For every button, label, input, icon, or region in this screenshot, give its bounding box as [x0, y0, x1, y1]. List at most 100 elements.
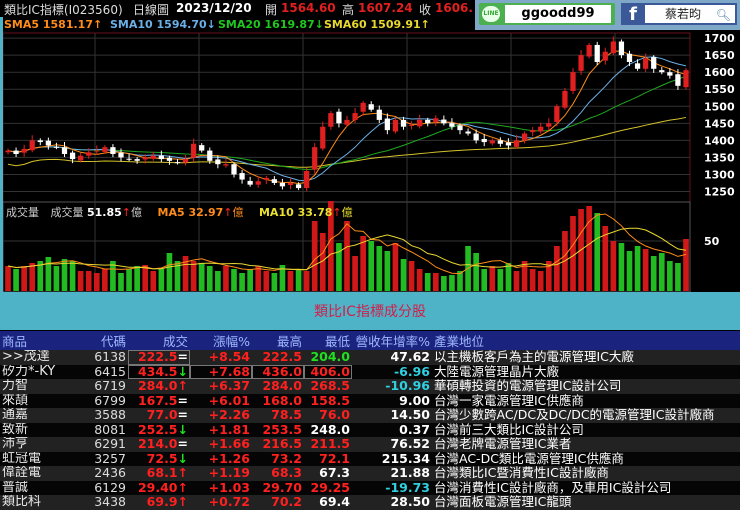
- candle: [199, 145, 205, 151]
- price-cell: 167.5=: [128, 393, 190, 408]
- price: 69.9: [146, 495, 178, 510]
- candle: [376, 109, 382, 120]
- table-row[interactable]: >>茂達 6138 222.5= +8.54 222.5 204.0 47.62 以主機板客戶…: [0, 350, 740, 365]
- search-icon[interactable]: 🔍︎: [716, 6, 731, 24]
- volume-bar: [497, 269, 504, 291]
- period-label[interactable]: 日線圖: [133, 1, 169, 18]
- volume-value: 51.85: [87, 206, 122, 219]
- candle: [473, 133, 479, 141]
- candle: [425, 119, 431, 124]
- change-pct: +6.01: [190, 393, 252, 408]
- candle: [651, 57, 657, 69]
- stock-chart[interactable]: 1250 1300 1350 1400 1450 1500 1550 1600 1650 1700…: [0, 0, 740, 292]
- candle: [634, 63, 641, 69]
- price: 284.0: [137, 379, 178, 394]
- stock-name[interactable]: 普誠: [0, 480, 88, 495]
- price: 68.1: [146, 466, 178, 481]
- stock-code: 3438: [88, 495, 128, 510]
- low: 69.4: [304, 495, 352, 510]
- stock-name[interactable]: 類比科: [0, 495, 88, 510]
- change-pct: +8.54: [190, 350, 252, 365]
- col-low[interactable]: 最低: [304, 331, 352, 350]
- industry-position: 台灣少數跨AC/DC及DC/DC的電源管理IC設計廠商: [432, 408, 740, 423]
- price-cell: 252.5↓: [128, 422, 190, 437]
- table-row[interactable]: 矽力*-KY 6415 434.5↓ +7.68 436.0 406.0 -6.96 大陸電源…: [0, 364, 740, 379]
- close-value: 1606.: [435, 1, 473, 15]
- table-row[interactable]: 偉詮電 2436 68.1↑ +1.19 68.3 67.3 21.88 台灣類比IC暨消費性…: [0, 466, 740, 481]
- candle: [667, 72, 673, 76]
- price: 77.0: [146, 408, 178, 423]
- col-revenue-growth[interactable]: 營收年增率%: [352, 331, 432, 350]
- line-contact[interactable]: LINE ggoodd99: [479, 3, 615, 25]
- candle: [304, 171, 310, 189]
- table-row[interactable]: 來頡 6799 167.5= +6.01 168.0 158.5 9.00 台灣一家電源管理I…: [0, 393, 740, 408]
- candle: [643, 58, 649, 69]
- col-name[interactable]: 商品: [0, 331, 88, 350]
- candle: [126, 158, 132, 160]
- stock-code: 8081: [88, 422, 128, 437]
- table-row[interactable]: 力智 6719 284.0↑ +6.37 284.0 268.5 -10.96 華碩轉投資的電…: [0, 379, 740, 394]
- vol-ma10: MA10 33.78: [258, 206, 333, 219]
- change-pct: +1.19: [190, 466, 252, 481]
- candle: [271, 179, 277, 183]
- volume-bar: [432, 273, 439, 291]
- candle: [481, 138, 487, 143]
- table-row[interactable]: 致新 8081 252.5↓ +1.81 253.5 248.0 0.37 台灣前三大類比IC…: [0, 422, 740, 437]
- table-row[interactable]: 虹冠電 3257 72.5↓ +1.26 73.2 72.1 215.34 台灣AC-DC類比…: [0, 451, 740, 466]
- stock-code: 3257: [88, 451, 128, 466]
- high: 78.5: [252, 408, 304, 423]
- candle: [602, 51, 608, 61]
- volume-title: 成交量: [6, 206, 39, 219]
- candle: [320, 126, 326, 149]
- volume-bar: [449, 275, 455, 291]
- component-table: 商品 代碼 成交 漲幅% 最高 最低 營收年增率% 產業地位 >>茂達 6138 2…: [0, 331, 740, 510]
- stock-name[interactable]: 致新: [0, 422, 88, 437]
- candle: [457, 125, 463, 131]
- trend-icon: ↑: [177, 480, 188, 495]
- facebook-contact[interactable]: f 蔡若昀 🔍︎: [621, 3, 737, 25]
- price-tick-label: 1500: [704, 100, 735, 113]
- stock-name[interactable]: 偉詮電: [0, 466, 88, 481]
- volume-bar: [424, 273, 431, 291]
- stock-name[interactable]: >>茂達: [0, 350, 88, 365]
- col-high[interactable]: 最高: [252, 331, 304, 350]
- volume-bar: [586, 206, 592, 291]
- industry-position: 台灣類比IC暨消費性IC設計廠商: [432, 466, 740, 481]
- candle: [295, 184, 302, 189]
- table-row[interactable]: 通嘉 3588 77.0= +2.26 78.5 76.0 14.50 台灣少數跨AC/DC及…: [0, 408, 740, 423]
- col-change[interactable]: 漲幅%: [190, 331, 252, 350]
- price-cell: 29.40↑: [128, 480, 190, 495]
- volume-bar: [618, 243, 625, 291]
- col-price[interactable]: 成交: [128, 331, 190, 350]
- stock-name[interactable]: 力智: [0, 379, 88, 394]
- table-row[interactable]: 普誠 6129 29.40↑ +1.03 29.70 29.25 -19.73 台灣消費性IC…: [0, 480, 740, 495]
- volume-bar: [21, 266, 27, 291]
- stock-name[interactable]: 通嘉: [0, 408, 88, 423]
- line-icon: LINE: [482, 6, 500, 22]
- volume-bar: [376, 246, 383, 291]
- candle: [626, 53, 633, 62]
- high: 73.2: [252, 451, 304, 466]
- col-industry[interactable]: 產業地位: [432, 331, 740, 350]
- price-cell: 77.0=: [128, 408, 190, 423]
- table-row[interactable]: 沛亨 6291 214.0= +1.66 216.5 211.5 76.52 台灣老牌電源管理…: [0, 437, 740, 452]
- col-code[interactable]: 代碼: [88, 331, 128, 350]
- table-row[interactable]: 類比科 3438 69.9↑ +0.72 70.2 69.4 28.50 台灣面板電源管理IC…: [0, 495, 740, 510]
- candle: [675, 74, 681, 86]
- candle: [191, 143, 197, 158]
- price-cell: 284.0↑: [128, 379, 190, 394]
- stock-name[interactable]: 虹冠電: [0, 451, 88, 466]
- trend-icon: =: [177, 408, 188, 423]
- facebook-name: 蔡若昀 🔍︎: [645, 5, 735, 23]
- stock-name[interactable]: 來頡: [0, 393, 88, 408]
- low: 248.0: [304, 422, 352, 437]
- low: 268.5: [304, 379, 352, 394]
- candle: [433, 118, 439, 122]
- section-title: 類比IC指標成分股: [314, 304, 426, 320]
- stock-name[interactable]: 矽力*-KY: [0, 364, 88, 379]
- candle: [441, 119, 447, 124]
- stock-name[interactable]: 沛亨: [0, 437, 88, 452]
- revenue-growth: 47.62: [352, 350, 432, 365]
- candle: [368, 104, 374, 110]
- revenue-growth: -6.96: [352, 364, 432, 379]
